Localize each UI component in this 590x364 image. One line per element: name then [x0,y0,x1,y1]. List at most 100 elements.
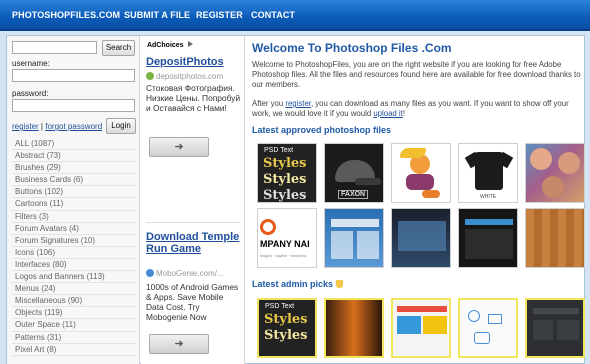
password-field[interactable] [12,99,135,112]
thumb-company-logo[interactable]: MPANY NAI slogan · tagline · business [257,208,317,268]
ad2-text: 1000s of Android Games & Apps. Save Mobi… [146,282,239,322]
search-input[interactable] [12,41,97,54]
category-item[interactable]: Abstract (73) [12,150,137,163]
site-content-block [465,229,513,259]
admin-thumb-fire-abstract[interactable] [324,298,384,358]
thumb-dark-interface[interactable] [391,208,451,268]
site-block [397,316,421,334]
ad2-url[interactable]: MoboGenie.com/... [146,269,224,278]
ad-column: AdChoices DepositPhotos depositphotos.co… [141,36,245,364]
category-list: ALL (1087) Abstract (73) Brushes (29) Busin… [12,138,137,356]
category-item[interactable]: Filters (3) [12,211,137,223]
register-link[interactable]: register [12,122,39,131]
admin-thumb-colorful-website[interactable] [391,298,451,358]
layout-block [357,231,379,259]
thumb-wood-texture[interactable] [525,208,585,268]
category-item[interactable]: Forum Avatars (4) [12,223,137,235]
category-item[interactable]: Cartoons (11) [12,198,137,211]
thumb-cartoon-rayman[interactable] [391,143,451,203]
category-item[interactable]: Pixel Art (8) [12,344,137,356]
arrow-right-icon: ➜ [174,338,184,350]
faxon-text: FAXON [338,190,369,199]
ad2-title[interactable]: Download Temple Run Game [146,231,242,255]
category-item[interactable]: Icons (106) [12,247,137,259]
page-container: Search username: password: register | fo… [6,35,585,364]
layout-block [331,219,379,227]
sketch-icon [474,332,490,344]
ad1-text: Стоковая Фотография. Низкие Цены. Попроб… [146,83,241,113]
forgot-password-link[interactable]: forgot password [45,122,102,131]
arrow-right-icon: ➜ [174,141,184,153]
thumb-web-layout-blue[interactable] [324,208,384,268]
thumb-white-tshirt[interactable]: WHITE [458,143,518,203]
category-item[interactable]: Objects (119) [12,307,137,320]
username-field[interactable] [12,69,135,82]
intro-text: Welcome to PhotoshopFiles, you are on th… [252,60,581,89]
thumb-cap-mockup[interactable]: FAXON [324,143,384,203]
ui-kit-block [533,320,553,340]
styles-text: Styles [263,188,307,203]
link-separator: | [40,122,43,131]
cartoon-hair [400,148,426,158]
nav-submit-link[interactable]: SUBMIT A FILE [124,10,190,20]
ad2-arrow-button[interactable]: ➜ [149,334,209,354]
sketch-icon [468,310,480,322]
login-button[interactable]: Login [106,118,136,134]
category-item[interactable]: Miscellaneous (90) [12,295,137,308]
admin-thumb-psd-styles[interactable]: PSD Text Styles Styles [257,298,317,358]
page-title: Welcome To Photoshop Files .Com [252,41,452,55]
admin-picks-heading: Latest admin picks [252,279,343,289]
upload-link[interactable]: upload it [373,109,402,118]
latest-files-heading: Latest approved photoshop files [252,125,392,135]
company-slogan-text: slogan · tagline · business [260,253,307,258]
username-label: username: [12,59,50,68]
ui-kit-block [533,308,579,314]
styles-text: Styles [264,312,308,327]
site-block [423,316,447,334]
category-item[interactable]: Business Cards (6) [12,174,137,187]
thumb-psd-text-styles[interactable]: PSD Text Styles Styles Styles [257,143,317,203]
category-item[interactable]: Forum Signatures (10) [12,235,137,247]
ui-kit-block [557,320,579,340]
portrait-2 [558,152,580,174]
thumb-dark-website[interactable] [458,208,518,268]
styles-text: Styles [263,172,307,187]
portrait-3 [542,176,564,198]
category-item[interactable]: Logos and Banners (113) [12,271,137,284]
portrait-1 [530,148,552,170]
mobogenie-icon [146,269,154,277]
top-nav-bar: PHOTOSHOPFILES.COM SUBMIT A FILE REGISTE… [0,0,590,31]
thumb-portrait-collage[interactable] [525,143,585,203]
register-text: After you register, you can download as … [252,99,569,118]
register-inline-link[interactable]: register [285,99,311,108]
category-item[interactable]: Patterns (31) [12,332,137,344]
nav-contact-link[interactable]: CONTACT [251,10,295,20]
category-item[interactable]: Outer Space (11) [12,319,137,332]
password-label: password: [12,89,49,98]
category-item[interactable]: Interfaces (80) [12,259,137,272]
search-button[interactable]: Search [102,40,135,56]
category-item[interactable]: ALL (1087) [12,138,137,151]
account-links: register | forgot password [12,122,102,131]
ad1-title[interactable]: DepositPhotos [146,56,224,68]
admin-thumb-dark-ui-kit[interactable] [525,298,585,358]
ad1-arrow-button[interactable]: ➜ [149,137,209,157]
ad1-url[interactable]: depositphotos.com [146,72,223,81]
sketch-icon [488,314,502,324]
psd-text-label: PSD Text [264,147,294,154]
category-item[interactable]: Brushes (29) [12,162,137,175]
logo-circle [260,219,276,235]
psd-text-label: PSD Text [265,303,295,310]
site-header-block [397,306,447,312]
category-item[interactable]: Buttons (102) [12,186,137,199]
admin-thumb-icon-sketches[interactable] [458,298,518,358]
category-item[interactable]: Menus (24) [12,283,137,296]
main-content: Welcome To Photoshop Files .Com Welcome … [252,36,586,364]
interface-panel [398,221,446,251]
nav-site-link[interactable]: PHOTOSHOPFILES.COM [12,10,120,20]
nav-register-link[interactable]: REGISTER [196,10,243,20]
adchoices-label[interactable]: AdChoices [147,41,193,49]
trophy-icon [335,280,343,288]
site-header-block [465,219,513,225]
ad-divider [146,222,240,223]
